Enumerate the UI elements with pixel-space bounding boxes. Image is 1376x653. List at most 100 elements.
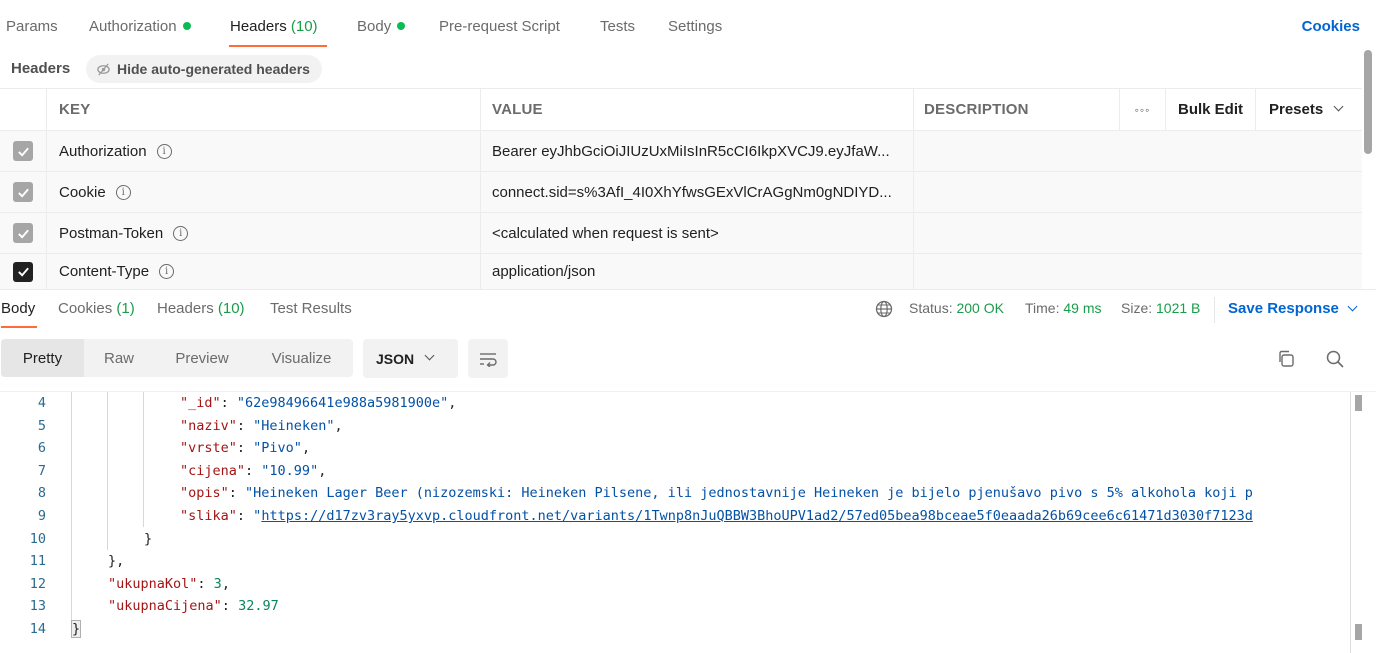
copy-icon[interactable] <box>1276 349 1296 369</box>
colon: : <box>236 440 254 457</box>
header-value: application/json <box>492 263 596 280</box>
code-line: 11}, <box>0 550 1366 572</box>
tab-label: Settings <box>668 18 723 35</box>
info-icon[interactable]: i <box>115 184 131 200</box>
json-key: "ukupnaKol" <box>108 575 198 592</box>
code-text: "naziv": "Heineken", <box>180 415 343 437</box>
headers-label: Headers <box>11 60 71 77</box>
time-value: 49 ms <box>1063 300 1102 316</box>
bulk-edit-button[interactable]: Bulk Edit <box>1165 89 1255 130</box>
status-value: 200 OK <box>956 300 1004 316</box>
value-cell[interactable]: Bearer eyJhbGciOiJIUzUxMiIsInR5cCI6IkpXV… <box>480 131 913 171</box>
pane-divider[interactable] <box>0 289 1376 290</box>
code-line: 10} <box>0 528 1366 550</box>
code-text: "vrste": "Pivo", <box>180 437 310 459</box>
colon: : <box>197 575 214 592</box>
json-value: 32.97 <box>238 598 279 615</box>
headers-scrollbar[interactable] <box>1364 50 1372 154</box>
json-key: "vrste" <box>180 440 237 457</box>
wrap-lines-button[interactable] <box>468 339 508 378</box>
comma: , <box>301 440 311 457</box>
hide-auto-generated-headers-button[interactable]: Hide auto-generated headers <box>86 55 322 83</box>
search-icon[interactable] <box>1325 349 1345 369</box>
info-icon[interactable]: i <box>156 143 172 159</box>
row-checkbox[interactable] <box>13 141 33 161</box>
code-text: "ukupnaKol": 3, <box>108 573 230 595</box>
json-url-link[interactable]: https://d17zv3ray5yxvp.cloudfront.net/va… <box>261 508 1253 524</box>
tab-count: (1) <box>116 300 135 317</box>
key-cell[interactable]: Content-Type i <box>46 254 480 289</box>
code-text: } <box>70 618 82 640</box>
mode-preview[interactable]: Preview <box>154 339 250 377</box>
description-cell[interactable] <box>913 172 1362 212</box>
colon: : <box>220 395 237 411</box>
json-value: "10.99" <box>261 462 319 479</box>
json-key: "cijena" <box>180 462 246 479</box>
value-cell[interactable]: connect.sid=s%3AfI_4I0XhYfwsGExVlCrAGgNm… <box>480 172 913 212</box>
mode-pretty[interactable]: Pretty <box>1 339 84 377</box>
tab-count: (10) <box>217 300 245 317</box>
line-number: 10 <box>29 530 46 547</box>
table-row: Postman-Token i <calculated when request … <box>0 213 1362 254</box>
response-tab-headers[interactable]: Headers (10) <box>157 300 245 317</box>
json-value: "62e98496641e988a5981900e" <box>236 395 449 411</box>
language-select[interactable]: JSON <box>363 339 458 378</box>
tab-tests[interactable]: Tests <box>600 18 635 35</box>
tab-label: Cookies <box>58 300 113 317</box>
response-tab-body[interactable]: Body <box>1 300 35 317</box>
response-tab-cookies[interactable]: Cookies (1) <box>58 300 135 317</box>
brace: } <box>70 620 82 638</box>
code-line: 6 "vrste": "Pivo", <box>0 437 1366 459</box>
description-cell[interactable] <box>913 254 1362 289</box>
key-cell[interactable]: Authorization i <box>46 131 480 171</box>
row-checkbox[interactable] <box>13 223 33 243</box>
chevron-down-icon <box>1347 301 1358 312</box>
value-cell[interactable]: <calculated when request is sent> <box>480 213 913 253</box>
key-cell[interactable]: Cookie i <box>46 172 480 212</box>
key-cell[interactable]: Postman-Token i <box>46 213 480 253</box>
cookies-link[interactable]: Cookies <box>1302 18 1360 35</box>
bulk-edit-label: Bulk Edit <box>1177 101 1243 118</box>
tab-authorization[interactable]: Authorization <box>89 18 191 35</box>
tab-params[interactable]: Params <box>6 18 58 35</box>
response-tab-test-results[interactable]: Test Results <box>270 300 352 317</box>
table-row: Cookie i connect.sid=s%3AfI_4I0XhYfwsGExV… <box>0 172 1362 213</box>
tab-label: Test Results <box>270 300 352 317</box>
chevron-down-icon <box>1333 101 1344 112</box>
tab-settings[interactable]: Settings <box>668 18 722 35</box>
info-icon[interactable]: i <box>159 264 175 279</box>
code-text: } <box>144 528 152 550</box>
code-text: "ukupnaCijena": 32.97 <box>108 595 279 617</box>
line-number: 7 <box>37 462 46 479</box>
brace: } <box>144 530 153 547</box>
tab-headers[interactable]: Headers (10) <box>230 18 318 35</box>
check-icon <box>17 229 29 239</box>
time-readout[interactable]: Time: 49 ms <box>1025 300 1102 316</box>
code-line: 14} <box>0 618 1366 640</box>
globe-icon[interactable] <box>875 300 893 318</box>
status-label: Status: <box>909 300 953 316</box>
mode-raw[interactable]: Raw <box>84 339 154 377</box>
status-readout[interactable]: Status: 200 OK <box>909 300 1004 316</box>
tab-pre-request-script[interactable]: Pre-request Script <box>439 18 560 35</box>
view-mode-segmented-control: Pretty Raw Preview Visualize <box>1 339 353 377</box>
response-body-editor[interactable]: 4 "_id": "62e98496641e988a5981900e", 5 "naz… <box>0 391 1376 653</box>
save-response-button[interactable]: Save Response <box>1228 300 1358 317</box>
tab-body[interactable]: Body <box>357 18 406 35</box>
code-line: 5 "naziv": "Heineken", <box>0 415 1366 437</box>
json-value: "Pivo" <box>253 440 302 457</box>
value-cell[interactable]: application/json <box>480 254 913 289</box>
mode-visualize[interactable]: Visualize <box>250 339 353 377</box>
description-cell[interactable] <box>913 131 1362 171</box>
row-checkbox[interactable] <box>13 261 33 282</box>
size-readout[interactable]: Size: 1021 B <box>1121 300 1200 316</box>
description-cell[interactable] <box>913 213 1362 253</box>
colon: : <box>236 417 254 434</box>
row-checkbox[interactable] <box>13 182 33 202</box>
info-icon[interactable]: i <box>173 225 189 241</box>
more-options-button[interactable]: ◦◦◦ <box>1119 89 1165 130</box>
presets-dropdown[interactable]: Presets <box>1255 89 1362 130</box>
line-number: 5 <box>37 417 46 434</box>
header-value: <calculated when request is sent> <box>492 224 719 242</box>
active-tab-indicator <box>229 45 327 47</box>
